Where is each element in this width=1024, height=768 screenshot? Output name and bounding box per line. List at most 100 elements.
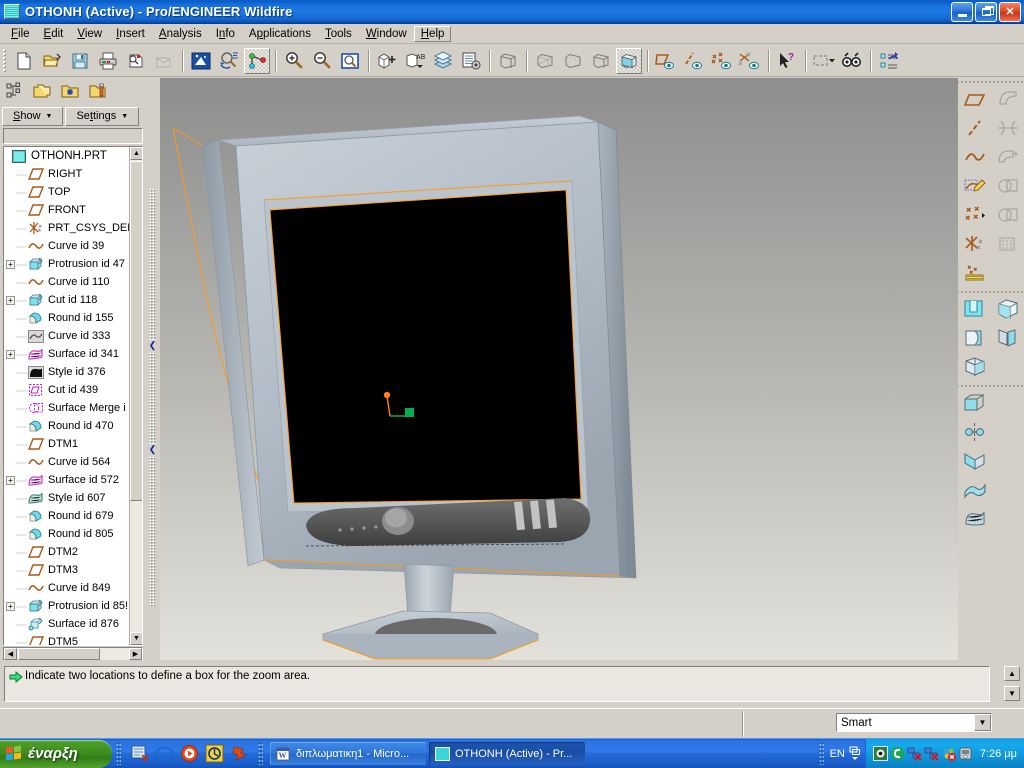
tree-item[interactable]: Surface id 876: [4, 615, 131, 633]
tree-item[interactable]: Surface Merge i: [4, 399, 131, 417]
close-button[interactable]: ✕: [999, 2, 1021, 22]
panel-splitter[interactable]: ❮ ❮: [146, 78, 160, 660]
media-player-icon[interactable]: [180, 744, 199, 763]
draft-tool-icon[interactable]: [991, 142, 1024, 171]
message-scroll-up-button[interactable]: ▲: [1004, 666, 1020, 681]
shading-icon[interactable]: [616, 47, 642, 74]
wireframe-icon[interactable]: [532, 48, 558, 74]
scroll-right-arrow[interactable]: ▶: [129, 648, 142, 660]
merge-tool-icon[interactable]: [991, 200, 1024, 229]
tree-item[interactable]: PRT_CSYS_DEF: [4, 219, 131, 237]
zoom-in-icon[interactable]: [281, 48, 307, 74]
outlook-express-icon[interactable]: [205, 744, 224, 763]
network-disconnected-icon-1[interactable]: [907, 746, 922, 761]
hidden-line-icon[interactable]: [560, 48, 586, 74]
scroll-up-arrow[interactable]: ▲: [130, 147, 142, 160]
tree-item[interactable]: + Surface id 572: [4, 471, 131, 489]
datum-axis-toggle-icon[interactable]: [681, 48, 707, 74]
show-button[interactable]: SShowhow ▼: [2, 106, 64, 126]
tree-view-icon[interactable]: [1, 78, 27, 104]
trim-tool-icon[interactable]: [958, 475, 991, 504]
scroll-thumb-h[interactable]: [18, 648, 100, 660]
spin-center-icon[interactable]: [244, 47, 270, 74]
expand-toggle-icon[interactable]: +: [6, 601, 15, 611]
language-bar-grip[interactable]: [818, 742, 824, 765]
pattern-tool-icon[interactable]: [991, 229, 1024, 258]
named-view-icon[interactable]: AB: [402, 48, 428, 74]
zoom-out-icon[interactable]: [309, 48, 335, 74]
start-button[interactable]: έναρξη: [0, 739, 112, 768]
tree-item[interactable]: Curve id 333: [4, 327, 131, 345]
winamp-icon[interactable]: [230, 744, 249, 763]
tree-vertical-scrollbar[interactable]: ▲ ▼: [129, 147, 142, 645]
expand-toggle-icon[interactable]: +: [6, 295, 15, 305]
language-options-icon[interactable]: [849, 745, 861, 763]
rib-tool-icon[interactable]: [991, 113, 1024, 142]
graphics-viewport[interactable]: [160, 78, 958, 660]
tree-item[interactable]: Round id 805: [4, 525, 131, 543]
menu-tools[interactable]: Tools: [318, 26, 359, 42]
curve-tool-icon[interactable]: [958, 142, 991, 171]
working-directory-icon[interactable]: [85, 78, 111, 104]
language-indicator[interactable]: EN: [830, 748, 845, 760]
hole-tool-icon[interactable]: [958, 388, 991, 417]
folder-browser-icon[interactable]: [29, 78, 55, 104]
safely-remove-hardware-icon[interactable]: [958, 746, 973, 761]
tree-horizontal-scrollbar[interactable]: ◀ ▶: [3, 647, 143, 661]
tree-item[interactable]: DTM1: [4, 435, 131, 453]
datum-axis-tool-icon[interactable]: [958, 113, 991, 142]
tree-item[interactable]: Round id 155: [4, 309, 131, 327]
datum-point-tool-icon[interactable]: [958, 200, 991, 229]
saved-views-icon[interactable]: [374, 48, 400, 74]
tree-item[interactable]: Style id 607: [4, 489, 131, 507]
sweep-blend-tool-icon[interactable]: [958, 352, 991, 381]
scroll-down-arrow[interactable]: ▼: [130, 632, 142, 645]
datum-plane-tool-icon[interactable]: [958, 84, 991, 113]
tree-item[interactable]: Curve id 110: [4, 273, 131, 291]
scroll-left-arrow[interactable]: ◀: [4, 648, 17, 660]
new-icon[interactable]: [11, 48, 37, 74]
extrude-solid-tool-icon[interactable]: [991, 294, 1024, 323]
display-adapter-icon[interactable]: [872, 746, 888, 761]
boolean-tool-icon[interactable]: [991, 171, 1024, 200]
menu-info[interactable]: Info: [209, 26, 242, 42]
menu-insert[interactable]: Insert: [109, 26, 152, 42]
collapse-arrow-down-icon[interactable]: ❮: [148, 444, 157, 455]
tree-item[interactable]: FRONT: [4, 201, 131, 219]
antivirus-alert-icon[interactable]: [941, 746, 956, 761]
refit-icon[interactable]: [216, 48, 242, 74]
menu-edit[interactable]: Edit: [37, 26, 71, 42]
minimize-button[interactable]: [951, 2, 973, 22]
revolve-tool-icon[interactable]: [958, 323, 991, 352]
settings-button[interactable]: Settings ▼: [65, 106, 140, 126]
taskbar-button-word[interactable]: W διπλωματικη1 - Micro...: [270, 742, 426, 765]
tree-item[interactable]: + Protrusion id 47: [4, 255, 131, 273]
menu-file[interactable]: File: [4, 26, 37, 42]
collapse-arrow-up-icon[interactable]: ❮: [148, 340, 157, 351]
taskbar-button-proe[interactable]: OTHONH (Active) - Pr...: [429, 742, 585, 765]
taskbar-grip[interactable]: [258, 742, 263, 765]
display-box-icon[interactable]: [495, 48, 521, 74]
tree-item[interactable]: DTM3: [4, 561, 131, 579]
sketch-tool-icon[interactable]: [958, 171, 991, 200]
previous-view-icon[interactable]: [337, 48, 363, 74]
tree-item[interactable]: Curve id 39: [4, 237, 131, 255]
save-icon[interactable]: [67, 48, 93, 74]
internet-explorer-icon[interactable]: e: [155, 744, 174, 763]
selection-filter-combo[interactable]: Smart ▼: [836, 713, 992, 732]
tree-item[interactable]: + Protrusion id 85!: [4, 597, 131, 615]
regenerate-icon[interactable]: [876, 48, 902, 74]
find-icon[interactable]: [839, 48, 865, 74]
print-icon[interactable]: [95, 48, 121, 74]
mirror-tool-icon[interactable]: [991, 323, 1024, 352]
repaint-icon[interactable]: [188, 48, 214, 74]
open-icon[interactable]: [39, 48, 65, 74]
expand-toggle-icon[interactable]: +: [6, 259, 15, 269]
expand-toggle-icon[interactable]: +: [6, 349, 15, 359]
chevron-down-icon[interactable]: ▼: [974, 714, 991, 731]
round-tool-icon[interactable]: [958, 417, 991, 446]
tree-item[interactable]: + Surface id 341: [4, 345, 131, 363]
extrude-tool-icon[interactable]: [958, 294, 991, 323]
style-tool-icon[interactable]: [958, 504, 991, 533]
tree-root-item[interactable]: OTHONH.PRT: [4, 147, 131, 165]
